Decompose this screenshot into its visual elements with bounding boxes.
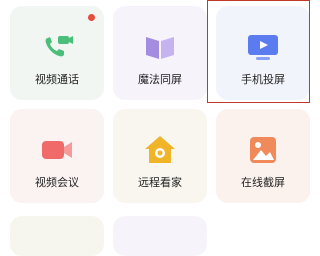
tile-label: 视频会议 xyxy=(35,176,79,189)
tile-remote-home[interactable]: 远程看家 xyxy=(113,109,207,203)
tile-video-meeting[interactable]: 视频会议 xyxy=(10,109,104,203)
tile-magic-sync[interactable]: 魔法同屏 xyxy=(113,6,207,100)
video-camera-icon xyxy=(42,141,72,159)
magic-screen-icon xyxy=(146,37,174,59)
tile-label: 在线截屏 xyxy=(241,176,285,189)
tile-online-screenshot[interactable]: 在线截屏 xyxy=(216,109,310,203)
screenshot-icon xyxy=(250,137,276,163)
notification-badge xyxy=(88,14,95,21)
selection-frame xyxy=(207,0,310,103)
tile-label: 视频通话 xyxy=(35,73,79,86)
tile-label: 魔法同屏 xyxy=(138,73,182,86)
tile-partial[interactable] xyxy=(113,216,207,256)
tile-video-call[interactable]: 视频通话 xyxy=(10,6,104,100)
home-camera-icon xyxy=(145,136,175,163)
tile-label: 远程看家 xyxy=(138,176,182,189)
video-call-icon xyxy=(45,36,73,57)
tile-partial[interactable] xyxy=(10,216,104,256)
